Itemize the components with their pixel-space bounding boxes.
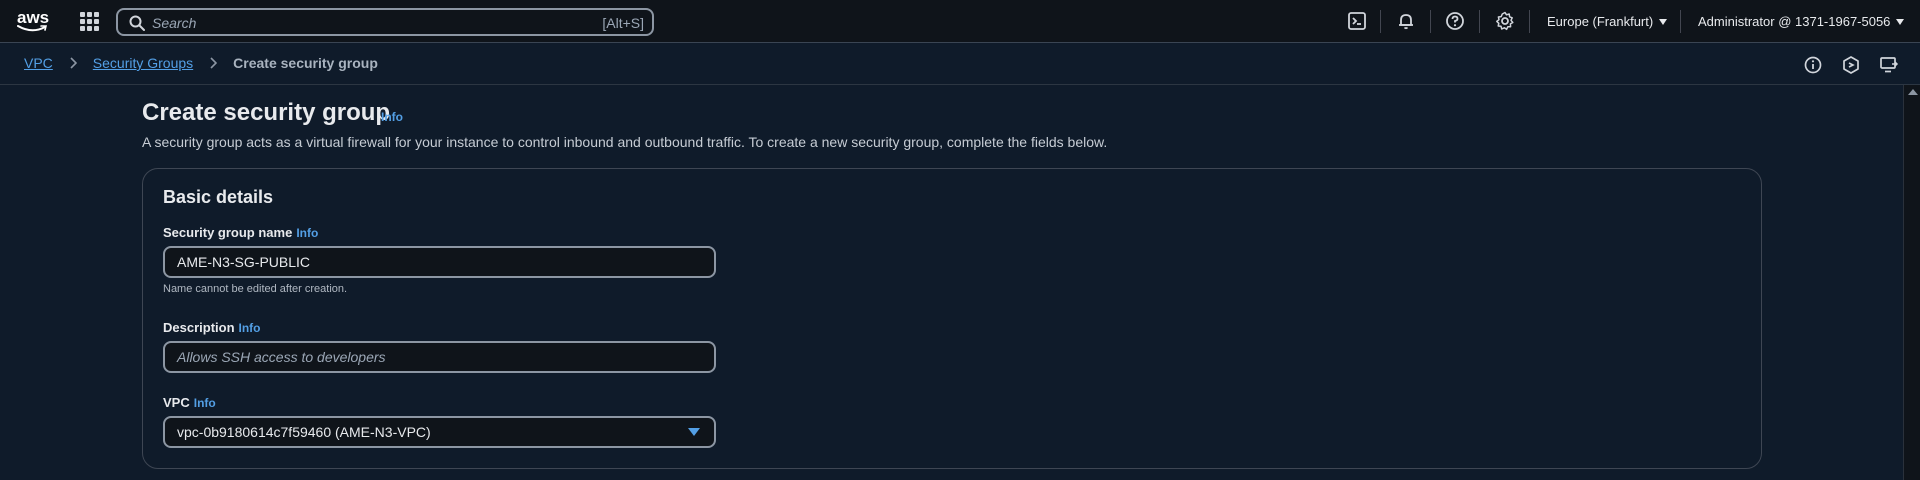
nav-divider [1380,10,1381,33]
screen-share-icon[interactable] [1879,55,1899,75]
services-menu-icon[interactable] [80,12,99,31]
caret-down-icon [688,428,700,436]
vpc-info-link[interactable]: Info [194,396,216,410]
notifications-bell-icon[interactable] [1396,11,1416,31]
top-navigation: aws Search [Alt+S] Europe (Frankfurt) Ad… [0,0,1920,43]
breadcrumb-current: Create security group [233,55,378,71]
security-group-name-info-link[interactable]: Info [296,226,318,240]
caret-down-icon [1659,18,1668,25]
chevron-right-icon [204,57,222,69]
scroll-up-arrow-icon[interactable] [1908,89,1918,95]
page-description: A security group acts as a virtual firew… [142,134,1108,150]
settings-hexagon-icon[interactable] [1841,55,1861,75]
info-panel-icon[interactable] [1803,55,1823,75]
help-icon[interactable] [1445,11,1465,31]
nav-divider [1680,10,1681,33]
page-title: Create security group [142,99,391,126]
search-icon [129,15,145,31]
nav-divider [1479,10,1480,33]
aws-logo-text: aws [17,8,50,27]
vertical-scrollbar[interactable] [1903,85,1920,480]
account-menu[interactable]: Administrator @ 1371-1967-5056 [1698,14,1905,29]
description-label: Description Info [163,320,261,335]
search-shortcut: [Alt+S] [602,15,644,31]
basic-details-panel: Basic details Security group name Info AM… [142,168,1762,469]
search-bar[interactable]: Search [Alt+S] [116,8,654,36]
vpc-select[interactable]: vpc-0b9180614c7f59460 (AME-N3-VPC) [163,416,716,448]
caret-down-icon [1896,18,1905,25]
cloudshell-icon[interactable] [1347,11,1367,31]
account-label: Administrator @ 1371-1967-5056 [1698,14,1891,29]
chevron-right-icon [64,57,82,69]
description-input[interactable]: Allows SSH access to developers [163,341,716,373]
nav-divider [1529,10,1530,33]
aws-logo[interactable]: aws [17,9,49,35]
settings-gear-icon[interactable] [1495,11,1515,31]
breadcrumb-vpc-link[interactable]: VPC [24,55,53,71]
vpc-label: VPC Info [163,395,216,410]
security-group-name-hint: Name cannot be edited after creation. [163,283,348,295]
vpc-selected-value: vpc-0b9180614c7f59460 (AME-N3-VPC) [177,424,431,440]
region-label: Europe (Frankfurt) [1547,14,1654,29]
breadcrumb-bar: VPC Security Groups Create security grou… [0,43,1920,85]
breadcrumb-security-groups-link[interactable]: Security Groups [93,55,193,71]
basic-details-heading: Basic details [163,187,274,207]
description-label-text: Description [163,320,235,335]
security-group-name-label-text: Security group name [163,225,293,240]
description-info-link[interactable]: Info [239,321,261,335]
aws-smile-icon [17,25,47,32]
security-group-name-input[interactable]: AME-N3-SG-PUBLIC [163,246,716,278]
breadcrumb: VPC Security Groups Create security grou… [24,55,378,71]
search-input[interactable]: Search [152,15,196,31]
nav-divider [1430,10,1431,33]
region-selector[interactable]: Europe (Frankfurt) [1547,14,1668,29]
vpc-label-text: VPC [163,395,190,410]
security-group-name-label: Security group name Info [163,225,318,240]
page-title-info-link[interactable]: Info [381,110,403,124]
